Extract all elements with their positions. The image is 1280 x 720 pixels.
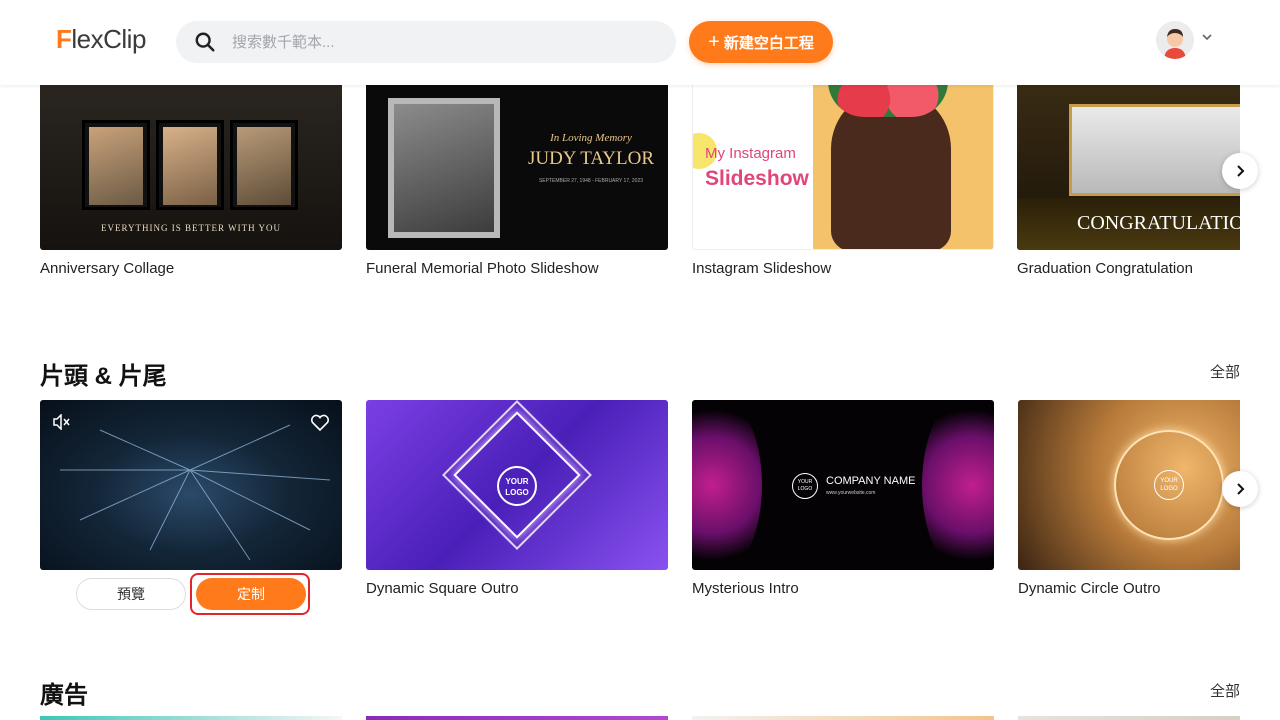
- thumb-caption: EVERYTHING IS BETTER WITH YOU: [101, 223, 281, 233]
- search-icon: [195, 32, 215, 52]
- template-title: Graduation Congratulation: [1017, 260, 1193, 277]
- mute-icon[interactable]: [52, 414, 70, 430]
- template-title: Mysterious Intro: [692, 580, 799, 597]
- top-header: FlexClip + 新建空白工程: [0, 0, 1280, 85]
- thumb-memory: In Loving Memory: [550, 132, 632, 144]
- row1-next-button[interactable]: [1222, 153, 1258, 189]
- chevron-right-icon: [1237, 165, 1245, 177]
- thumb-banner: CONGRATULATION: [1077, 212, 1240, 234]
- search-bar[interactable]: [176, 21, 676, 63]
- template-thumbnail[interactable]: YOUR LOGO COMPANY NAME www.yourwebsite.c…: [692, 400, 994, 570]
- user-avatar[interactable]: [1156, 21, 1194, 59]
- logo-line1: YOUR: [505, 477, 529, 486]
- logo-line2: LOGO: [797, 486, 813, 492]
- plus-icon: +: [708, 30, 720, 53]
- flexclip-logo[interactable]: FlexClip: [56, 24, 146, 55]
- template-card-graduation[interactable]: CONGRATULATION Graduation Congratulation: [1017, 80, 1240, 277]
- template-card-dynamic-circle[interactable]: YOUR LOGO Dynamic Circle Outro: [1018, 400, 1240, 597]
- template-thumbnail[interactable]: EVERYTHING IS BETTER WITH YOU: [40, 80, 342, 250]
- search-input[interactable]: [232, 33, 652, 51]
- company-name: COMPANY NAME: [826, 475, 916, 487]
- template-card-mysterious-intro[interactable]: YOUR LOGO COMPANY NAME www.yourwebsite.c…: [692, 400, 994, 597]
- logo-text: lexClip: [71, 24, 146, 54]
- company-site: www.yourwebsite.com: [826, 490, 876, 496]
- see-all-ads[interactable]: 全部: [1210, 680, 1240, 701]
- intro-next-button[interactable]: [1222, 471, 1258, 507]
- chevron-down-icon[interactable]: [1200, 30, 1214, 44]
- template-thumbnail[interactable]: CONGRATULATION: [1017, 80, 1240, 250]
- template-title: Anniversary Collage: [40, 260, 175, 277]
- heart-icon[interactable]: [310, 414, 330, 432]
- logo-line2: LOGO: [1160, 486, 1178, 492]
- customize-button[interactable]: 定制: [196, 578, 306, 610]
- template-thumbnail[interactable]: [40, 400, 342, 570]
- template-card-dynamic-square[interactable]: YOUR LOGO Dynamic Square Outro: [366, 400, 668, 597]
- thumb-line1: My Instagram: [705, 145, 796, 162]
- template-title: Funeral Memorial Photo Slideshow: [366, 260, 599, 277]
- new-project-label: 新建空白工程: [723, 34, 814, 52]
- ads-card-peek[interactable]: [40, 716, 342, 720]
- ads-card-peek[interactable]: [1018, 716, 1240, 720]
- template-title: Instagram Slideshow: [692, 260, 832, 277]
- template-thumbnail[interactable]: In Loving Memory JUDY TAYLOR SEPTEMBER 2…: [366, 80, 668, 250]
- logo-f: F: [56, 24, 72, 54]
- logo-line1: YOUR: [1160, 478, 1178, 484]
- see-all-intro-outro[interactable]: 全部: [1210, 361, 1240, 382]
- thumb-line2: Slideshow: [705, 167, 809, 190]
- logo-line1: YOUR: [797, 479, 813, 485]
- template-thumbnail[interactable]: YOUR LOGO: [366, 400, 668, 570]
- template-thumbnail[interactable]: My Instagram Slideshow: [692, 80, 994, 250]
- preview-button[interactable]: 預覽: [76, 578, 186, 610]
- template-card-space-intro[interactable]: [40, 400, 342, 570]
- template-card-anniversary[interactable]: EVERYTHING IS BETTER WITH YOU Anniversar…: [40, 80, 342, 277]
- template-title: Dynamic Square Outro: [366, 580, 519, 597]
- template-card-instagram[interactable]: My Instagram Slideshow Instagram Slidesh…: [692, 80, 994, 277]
- logo-line2: LOGO: [505, 488, 529, 497]
- ads-card-peek[interactable]: [692, 716, 994, 720]
- thumb-dates: SEPTEMBER 27, 1948 - FEBRUARY 17, 2023: [538, 178, 644, 184]
- template-card-funeral[interactable]: In Loving Memory JUDY TAYLOR SEPTEMBER 2…: [366, 80, 668, 277]
- ads-card-peek[interactable]: [366, 716, 668, 720]
- new-blank-project-button[interactable]: + 新建空白工程: [689, 21, 833, 63]
- starfield: [60, 424, 331, 561]
- thumb-name: JUDY TAYLOR: [527, 148, 655, 169]
- chevron-right-icon: [1237, 483, 1245, 495]
- section-title-intro-outro: 片頭 & 片尾: [40, 363, 167, 390]
- template-thumbnail[interactable]: YOUR LOGO: [1018, 400, 1240, 570]
- section-title-ads: 廣告: [40, 682, 88, 709]
- template-title: Dynamic Circle Outro: [1018, 580, 1161, 597]
